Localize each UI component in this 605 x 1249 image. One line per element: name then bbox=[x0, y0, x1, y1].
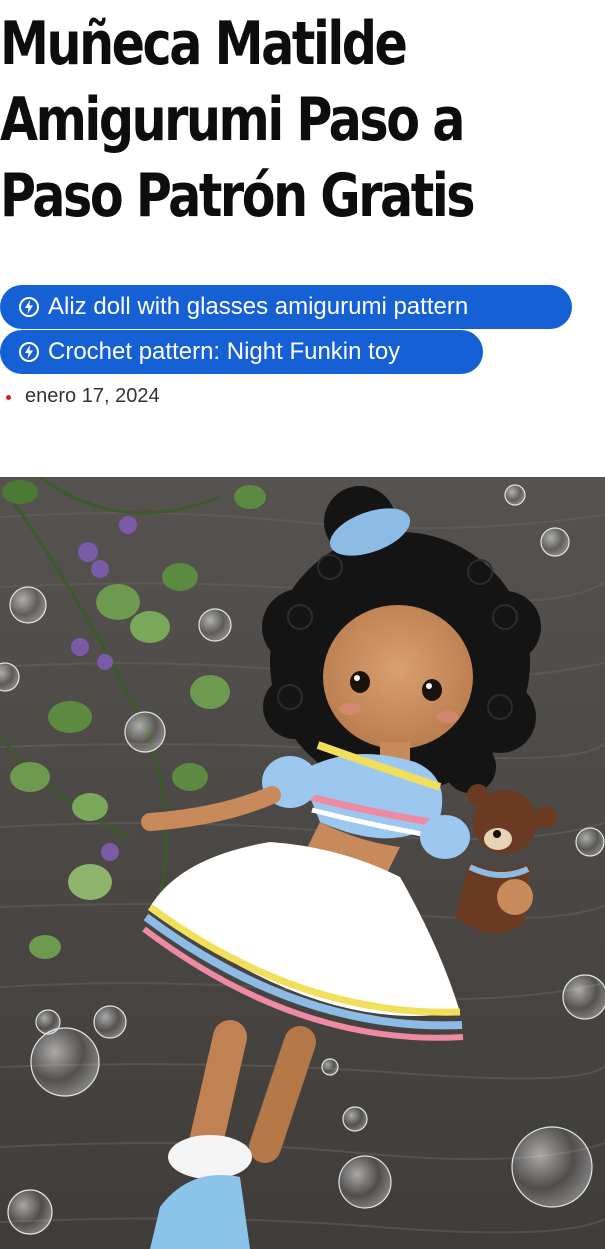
post-meta: enero 17, 2024 bbox=[6, 385, 160, 408]
related-link-night-funkin[interactable]: Crochet pattern: Night Funkin toy bbox=[0, 330, 483, 374]
article-featured-image bbox=[0, 477, 605, 1249]
related-link-label: Crochet pattern: Night Funkin toy bbox=[48, 338, 401, 365]
bolt-circle-icon bbox=[18, 341, 40, 363]
related-link-label: Aliz doll with glasses amigurumi pattern bbox=[48, 293, 469, 320]
article-title: Muñeca Matilde Amigurumi Paso a Paso Pat… bbox=[0, 9, 476, 231]
date-bullet bbox=[6, 395, 11, 400]
related-link-aliz-doll[interactable]: Aliz doll with glasses amigurumi pattern bbox=[0, 285, 572, 329]
bolt-circle-icon bbox=[18, 296, 40, 318]
post-date: enero 17, 2024 bbox=[25, 385, 160, 407]
